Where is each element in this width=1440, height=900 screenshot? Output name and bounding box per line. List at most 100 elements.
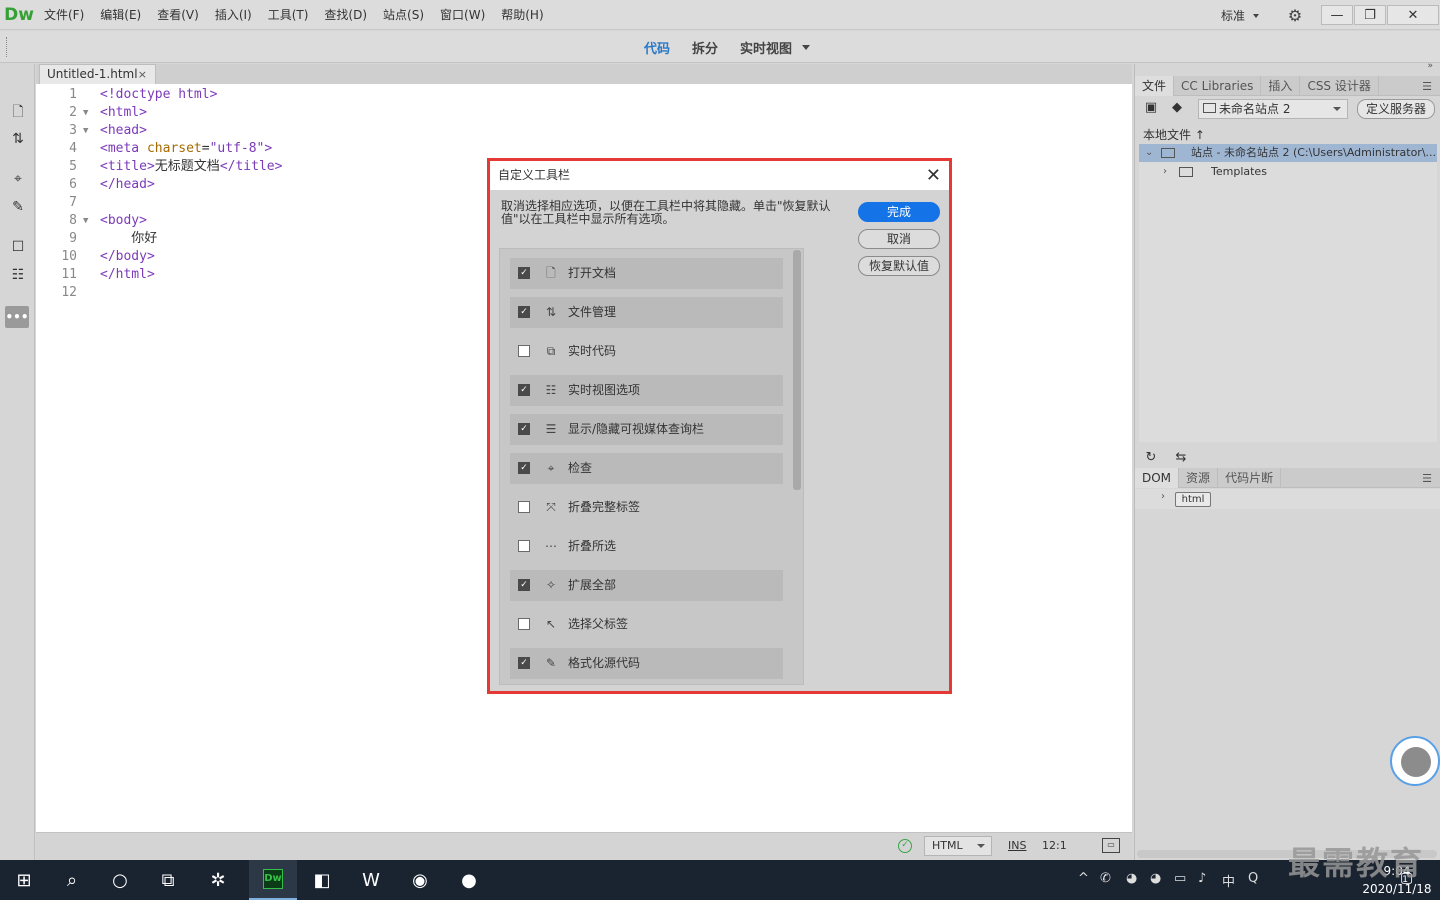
option-checkbox[interactable]: ✓ <box>518 579 530 591</box>
scrollbar-thumb[interactable] <box>793 250 801 490</box>
fold-arrow-icon[interactable]: ▼ <box>83 212 88 230</box>
chrome-icon[interactable]: ◉ <box>396 860 444 900</box>
option-checkbox[interactable]: ✓ <box>518 267 530 279</box>
toolbar-option[interactable]: ✓ ✧ 扩展全部 <box>510 570 783 601</box>
dialog-close-icon[interactable]: ✕ <box>926 163 941 188</box>
fold-arrow-icon[interactable]: ▼ <box>83 104 88 122</box>
search-icon[interactable]: ⌕ <box>48 860 96 900</box>
options-scrollbar[interactable] <box>791 250 801 683</box>
tree-arrow-icon[interactable]: ⌄ <box>1145 144 1153 162</box>
toolbar-grip[interactable] <box>6 37 9 57</box>
close-window-button[interactable]: ✕ <box>1387 5 1439 25</box>
file-management-icon[interactable]: ⇅ <box>7 128 29 150</box>
option-checkbox[interactable] <box>518 618 530 630</box>
cancel-button[interactable]: 取消 <box>858 229 940 249</box>
panel-tab[interactable]: 文件 <box>1135 76 1175 96</box>
workspace-switcher[interactable]: 标准 <box>1221 7 1259 24</box>
tree-item[interactable]: › Templates <box>1139 163 1437 181</box>
apply-comment-icon[interactable]: ☐ <box>7 236 29 258</box>
toolbar-option[interactable]: ⤧ 折叠完整标签 <box>510 492 783 523</box>
live-view-options-icon[interactable]: ☷ <box>7 264 29 286</box>
panel-tab[interactable]: DOM <box>1135 468 1180 488</box>
tree-item[interactable]: ⌄ 站点 - 未命名站点 2 (C:\Users\Administrator\..… <box>1139 144 1437 162</box>
qq-icon-2[interactable]: ◕ <box>1150 871 1161 886</box>
toolbar-option[interactable]: ↖ 选择父标签 <box>510 609 783 640</box>
inspect-icon[interactable]: ⌖ <box>7 168 29 190</box>
git-icon[interactable]: ◆ <box>1167 100 1187 118</box>
menu-item[interactable]: 查看(V) <box>149 0 207 30</box>
option-checkbox[interactable] <box>518 345 530 357</box>
restore-defaults-button[interactable]: 恢复默认值 <box>858 256 940 276</box>
done-button[interactable]: 完成 <box>858 202 940 222</box>
wechat-icon[interactable]: ✆ <box>1100 871 1111 886</box>
panel-menu-icon[interactable]: ☰ <box>1422 80 1432 93</box>
document-tab[interactable]: Untitled-1.html × <box>39 64 156 84</box>
collapse-panels-icon[interactable]: » <box>1427 61 1433 71</box>
toolbar-option[interactable]: ⧉ 实时代码 <box>510 336 783 367</box>
toolbar-option[interactable]: ✓ ✎ 格式化源代码 <box>510 648 783 679</box>
menu-item[interactable]: 窗口(W) <box>432 0 493 30</box>
tab-code[interactable]: 代码 <box>644 38 670 57</box>
site-select[interactable]: 未命名站点 2 <box>1198 99 1348 119</box>
restore-button[interactable]: ❐ <box>1354 5 1386 25</box>
toolbar-option[interactable]: ⋯ 折叠所选 <box>510 531 783 562</box>
menu-item[interactable]: 站点(S) <box>375 0 432 30</box>
menu-item[interactable]: 帮助(H) <box>493 0 551 30</box>
no-errors-icon[interactable]: ✓ <box>898 839 912 853</box>
dom-node-html[interactable]: html <box>1175 492 1211 507</box>
option-checkbox[interactable] <box>518 540 530 552</box>
format-source-icon[interactable]: ✎ <box>7 196 29 218</box>
dom-panel-menu-icon[interactable]: ☰ <box>1422 472 1432 485</box>
define-server-button[interactable]: 定义服务器 <box>1357 99 1435 119</box>
network-icon[interactable]: ▭ <box>1174 871 1186 886</box>
panel-tab[interactable]: 资源 <box>1179 468 1219 488</box>
assistant-avatar[interactable] <box>1390 736 1440 786</box>
qq-icon[interactable]: ◕ <box>1126 871 1137 886</box>
tab-live-view[interactable]: 实时视图 <box>740 38 792 57</box>
q-app-icon[interactable]: Q <box>1248 871 1258 886</box>
fold-arrow-icon[interactable]: ▼ <box>83 122 88 140</box>
watermelon-app-icon[interactable]: ● <box>445 860 493 900</box>
insert-mode-indicator[interactable]: INS <box>1008 839 1026 852</box>
preview-icon[interactable]: ▭ <box>1102 838 1120 853</box>
start-icon[interactable]: ⊞ <box>0 860 48 900</box>
volume-icon[interactable]: ♪ <box>1198 871 1206 886</box>
option-checkbox[interactable]: ✓ <box>518 657 530 669</box>
close-tab-icon[interactable]: × <box>138 65 147 84</box>
toolbar-option[interactable]: ✓ ☰ 显示/隐藏可视媒体查询栏 <box>510 414 783 445</box>
connect-icon[interactable]: ▣ <box>1141 100 1161 118</box>
pinwheel-app-icon[interactable]: ✲ <box>194 860 242 900</box>
dreamweaver-taskbar-icon[interactable]: Dw <box>249 860 297 900</box>
menu-item[interactable]: 编辑(E) <box>92 0 149 30</box>
sync-icon[interactable]: ⇆ <box>1171 450 1191 468</box>
panel-tab[interactable]: 插入 <box>1261 76 1301 96</box>
tree-arrow-icon[interactable]: › <box>1163 163 1167 181</box>
option-checkbox[interactable] <box>518 501 530 513</box>
toolbar-option[interactable]: ✓ ☷ 实时视图选项 <box>510 375 783 406</box>
option-checkbox[interactable]: ✓ <box>518 462 530 474</box>
cortana-icon[interactable]: ○ <box>96 860 144 900</box>
customize-toolbar-button[interactable]: ••• <box>5 306 29 328</box>
panel-tab[interactable]: 代码片断 <box>1218 468 1282 488</box>
show-hidden-icons-icon[interactable]: ^ <box>1078 871 1089 886</box>
option-checkbox[interactable]: ✓ <box>518 423 530 435</box>
refresh-icon[interactable]: ↻ <box>1141 450 1161 468</box>
toolbar-option[interactable]: ✓ ⌖ 检查 <box>510 453 783 484</box>
option-checkbox[interactable]: ✓ <box>518 306 530 318</box>
local-files-header[interactable]: 本地文件 ↑ <box>1143 126 1205 143</box>
option-checkbox[interactable]: ✓ <box>518 384 530 396</box>
expand-arrow-icon[interactable]: › <box>1161 491 1165 502</box>
notes-app-icon[interactable]: ◧ <box>298 860 346 900</box>
menu-item[interactable]: 查找(D) <box>316 0 375 30</box>
toolbar-option[interactable]: ✓ 🗋 打开文档 <box>510 258 783 289</box>
panel-tab[interactable]: CC Libraries <box>1174 76 1262 96</box>
minimize-button[interactable]: — <box>1321 5 1353 25</box>
toolbar-option[interactable]: ✓ ⇅ 文件管理 <box>510 297 783 328</box>
open-document-icon[interactable]: 🗋 <box>7 102 29 124</box>
task-view-icon[interactable]: ⧉ <box>144 860 192 900</box>
tab-split[interactable]: 拆分 <box>692 38 718 57</box>
menu-item[interactable]: 文件(F) <box>36 0 92 30</box>
menu-item[interactable]: 插入(I) <box>207 0 260 30</box>
panel-tab[interactable]: CSS 设计器 <box>1300 76 1379 96</box>
chevron-down-icon[interactable] <box>802 44 811 50</box>
